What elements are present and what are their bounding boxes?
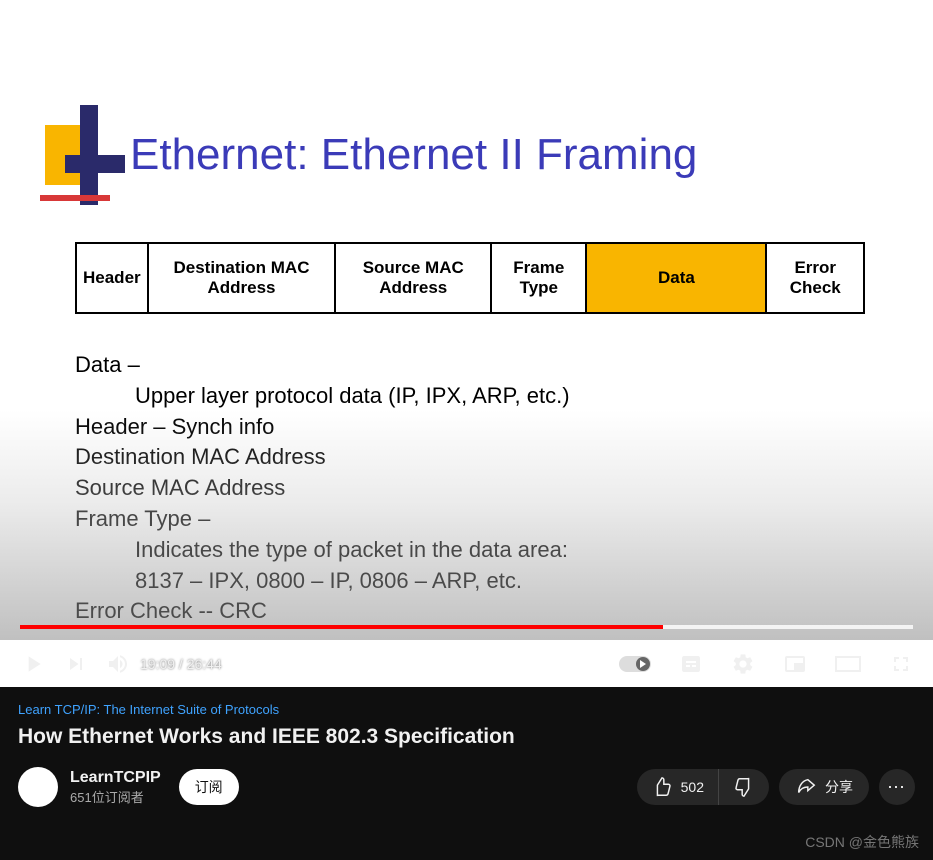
video-title: How Ethernet Works and IEEE 802.3 Specif… — [18, 725, 915, 749]
captions-button[interactable] — [679, 652, 703, 676]
slide-body-text: Data – Upper layer protocol data (IP, IP… — [75, 350, 570, 627]
progress-bar[interactable] — [20, 625, 913, 629]
theater-mode-button[interactable] — [835, 654, 861, 674]
like-count: 502 — [681, 779, 704, 795]
progress-fill — [20, 625, 663, 629]
frame-cell-dest-mac: Destination MAC Address — [148, 243, 336, 313]
player-controls: 19:09 / 26:44 — [0, 640, 933, 687]
volume-button[interactable] — [106, 652, 130, 676]
slide-content: Ethernet: Ethernet II Framing Header Des… — [0, 30, 933, 650]
subscribe-button[interactable]: 订阅 — [179, 769, 239, 805]
playlist-link[interactable]: Learn TCP/IP: The Internet Suite of Prot… — [18, 702, 279, 717]
like-dislike-group: 502 — [637, 769, 769, 805]
slide-title: Ethernet: Ethernet II Framing — [130, 130, 697, 180]
subscriber-count: 651位订阅者 — [70, 787, 161, 806]
channel-name[interactable]: LearnTCPIP — [70, 769, 161, 787]
frame-cell-error-check: Error Check — [766, 243, 864, 313]
frame-cell-data: Data — [586, 243, 766, 313]
frame-cell-header: Header — [76, 243, 148, 313]
autoplay-toggle[interactable] — [619, 656, 651, 672]
play-button[interactable] — [20, 651, 46, 677]
frame-structure-table: Header Destination MAC Address Source MA… — [75, 242, 865, 314]
video-player[interactable]: Ethernet: Ethernet II Framing Header Des… — [0, 0, 933, 687]
frame-cell-src-mac: Source MAC Address — [335, 243, 491, 313]
fullscreen-button[interactable] — [889, 652, 913, 676]
watermark: CSDN @金色熊族 — [805, 832, 919, 852]
settings-button[interactable] — [731, 652, 755, 676]
share-button[interactable]: 分享 — [779, 769, 869, 805]
frame-cell-frame-type: Frame Type — [491, 243, 586, 313]
more-actions-button[interactable]: ⋯ — [879, 769, 915, 805]
time-display: 19:09 / 26:44 — [140, 656, 222, 672]
like-button[interactable]: 502 — [637, 769, 719, 805]
channel-row: LearnTCPIP 651位订阅者 订阅 502 分享 ⋯ — [18, 767, 915, 807]
next-button[interactable] — [64, 652, 88, 676]
channel-avatar[interactable] — [18, 767, 58, 807]
video-metadata: Learn TCP/IP: The Internet Suite of Prot… — [0, 687, 933, 807]
miniplayer-button[interactable] — [783, 652, 807, 676]
share-label: 分享 — [825, 777, 853, 797]
dislike-button[interactable] — [719, 769, 769, 805]
